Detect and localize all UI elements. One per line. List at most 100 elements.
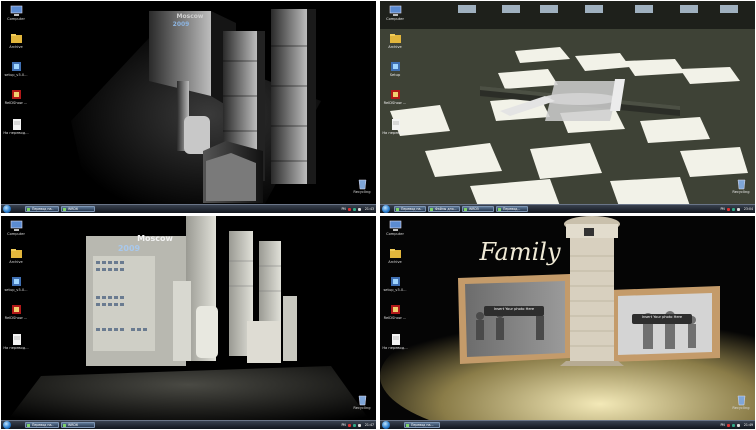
reidshow-desktop-icon[interactable]: ReIDShow ... — [2, 88, 30, 105]
window-icon — [396, 208, 399, 211]
icon-label: Recycling — [353, 190, 371, 194]
start-button[interactable] — [3, 421, 11, 429]
tray-icon[interactable] — [726, 207, 730, 211]
folder-desktop-icon[interactable]: Archive — [381, 32, 409, 49]
taskbar-window-button[interactable]: WRD6 — [61, 422, 95, 428]
folder-desktop-icon[interactable]: Archive — [2, 32, 30, 49]
clock[interactable]: 21:47 — [365, 423, 374, 427]
document-desktop-icon[interactable]: На перевод... — [381, 333, 409, 350]
volume-icon[interactable] — [736, 423, 740, 427]
computer-icon — [10, 5, 22, 16]
tray-icon[interactable] — [726, 423, 730, 427]
desktop-screenshot-2: Computer Archive Setup ReIDShow ... На п… — [380, 1, 755, 213]
start-button[interactable] — [382, 205, 390, 213]
installer-icon — [390, 277, 400, 286]
reidshow-desktop-icon[interactable]: ReIDShow ... — [2, 303, 30, 320]
icon-label: На перевод... — [3, 131, 29, 135]
clock[interactable]: 21:49 — [744, 423, 753, 427]
computer-icon — [389, 5, 401, 16]
recycle-bin-icon — [737, 179, 745, 190]
calendar-year: 2009 — [117, 244, 141, 253]
application-icon — [390, 90, 400, 99]
volume-icon[interactable] — [736, 207, 740, 211]
installer-icon — [390, 62, 400, 71]
calendar-title: Moscow — [137, 234, 173, 243]
computer-desktop-icon[interactable]: Computer — [381, 4, 409, 21]
tray-icon[interactable] — [352, 423, 356, 427]
taskbar-window-button[interactable]: Перевод на.. — [25, 422, 59, 428]
family-title: Family — [479, 238, 561, 266]
taskbar: Перевод на.. WRD6 PN 21:47 — [1, 420, 376, 429]
taskbar: Перевод на.. Файлы для... WRD5 Перевод..… — [380, 204, 755, 213]
language-indicator[interactable]: PN — [342, 423, 346, 427]
setup-desktop-icon[interactable]: setup_v3.0... — [381, 275, 409, 292]
system-tray: PN 21:43 — [342, 205, 375, 213]
icon-label: Recycling — [732, 406, 750, 410]
icon-label: Archive — [388, 45, 402, 49]
recycle-bin-desktop-icon[interactable]: Recycling — [727, 177, 755, 194]
clock[interactable]: 21:43 — [365, 207, 374, 211]
taskbar-window-button[interactable]: Файлы для... — [428, 206, 460, 212]
document-desktop-icon[interactable]: На перевод... — [2, 333, 30, 350]
document-icon — [12, 334, 21, 345]
taskbar-window-button[interactable]: Перевод... — [496, 206, 528, 212]
setup-desktop-icon[interactable]: setup_v3.0... — [2, 275, 30, 292]
recycle-bin-icon — [358, 395, 366, 406]
start-button[interactable] — [3, 205, 11, 213]
window-icon — [498, 208, 501, 211]
calendar-title: Moscow — [176, 13, 204, 20]
taskbar-window-button[interactable]: Перевод на... — [404, 422, 440, 428]
tray-icon[interactable] — [352, 207, 356, 211]
window-icon — [406, 424, 409, 427]
calendar-year: 2009 — [172, 21, 190, 28]
language-indicator[interactable]: PN — [721, 423, 725, 427]
document-desktop-icon[interactable]: На перевод... — [381, 118, 409, 135]
recycle-bin-desktop-icon[interactable]: Recycling — [348, 177, 376, 194]
tray-icon[interactable] — [347, 423, 351, 427]
document-desktop-icon[interactable]: На перевод... — [2, 118, 30, 135]
language-indicator[interactable]: PN — [342, 207, 346, 211]
computer-icon — [389, 220, 401, 231]
start-button[interactable] — [382, 421, 390, 429]
computer-desktop-icon[interactable]: Computer — [2, 4, 30, 21]
desktop-screenshot-3: Moscow 2009 Computer Archive setup_v3.0.… — [1, 216, 376, 429]
tray-icon[interactable] — [347, 207, 351, 211]
icon-label: Archive — [388, 260, 402, 264]
window-icon — [430, 208, 433, 211]
computer-desktop-icon[interactable]: Computer — [381, 219, 409, 236]
reidshow-desktop-icon[interactable]: ReIDShow ... — [381, 303, 409, 320]
taskbar-window-button[interactable]: WRD6 — [61, 206, 95, 212]
icon-label: Recycling — [353, 406, 371, 410]
taskbar-window-button[interactable]: WRD5 — [462, 206, 494, 212]
volume-icon[interactable] — [357, 423, 361, 427]
folder-desktop-icon[interactable]: Archive — [381, 247, 409, 264]
photo-placeholder-left[interactable]: Insert Your photo Here — [484, 306, 544, 316]
language-indicator[interactable]: PN — [721, 207, 725, 211]
computer-desktop-icon[interactable]: Computer — [2, 219, 30, 236]
clock[interactable]: 23:04 — [744, 207, 753, 211]
icon-label: setup_v3.0... — [383, 288, 407, 292]
taskbar-window-button[interactable]: Перевод на.. — [394, 206, 426, 212]
icon-label: Computer — [7, 17, 25, 21]
icon-label: ReIDShow ... — [4, 101, 28, 105]
taskbar-window-button[interactable]: Перевод на.. — [25, 206, 59, 212]
icon-label: Computer — [386, 17, 404, 21]
folder-desktop-icon[interactable]: Archive — [2, 247, 30, 264]
icon-label: ReIDShow ... — [383, 316, 407, 320]
folder-icon — [389, 34, 401, 43]
system-tray: PN 21:47 — [342, 421, 375, 429]
application-icon — [11, 90, 21, 99]
setup-desktop-icon[interactable]: Setup — [381, 60, 409, 77]
setup-desktop-icon[interactable]: setup_v3.0... — [2, 60, 30, 77]
desktop-screenshot-4: Family Insert Your photo Here Insert You… — [380, 216, 755, 429]
system-tray: PN 23:04 — [721, 205, 754, 213]
recycle-bin-icon — [737, 395, 745, 406]
recycle-bin-desktop-icon[interactable]: Recycling — [727, 393, 755, 410]
installer-icon — [11, 62, 21, 71]
photo-placeholder-right[interactable]: Insert Your photo Here — [632, 314, 692, 324]
reidshow-desktop-icon[interactable]: ReIDShow ... — [381, 88, 409, 105]
tray-icon[interactable] — [731, 207, 735, 211]
recycle-bin-desktop-icon[interactable]: Recycling — [348, 393, 376, 410]
tray-icon[interactable] — [731, 423, 735, 427]
volume-icon[interactable] — [357, 207, 361, 211]
